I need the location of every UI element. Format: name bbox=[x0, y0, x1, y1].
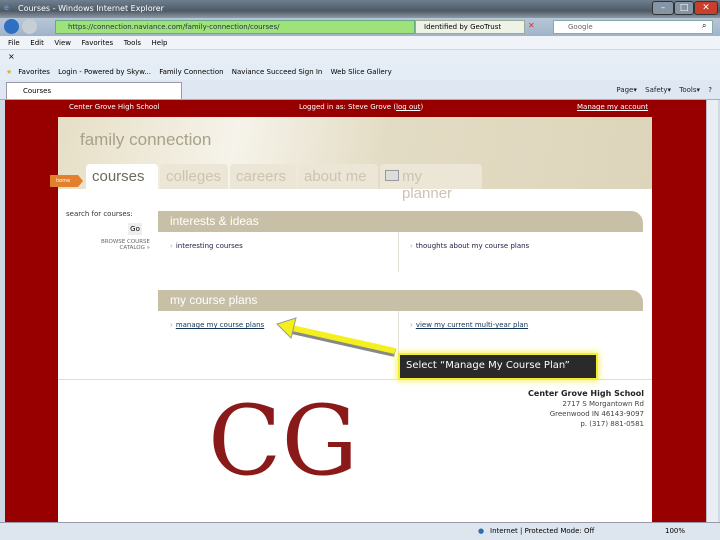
instruction-callout: Select “Manage My Course Plan” bbox=[400, 355, 596, 378]
zoom-level[interactable]: 100% bbox=[665, 523, 685, 540]
globe-icon: ● bbox=[478, 527, 485, 535]
status-bar: ● Internet | Protected Mode: Off 100% bbox=[0, 522, 720, 540]
zone-status: Internet | Protected Mode: Off bbox=[490, 527, 595, 535]
arrow-annotation bbox=[276, 317, 396, 357]
